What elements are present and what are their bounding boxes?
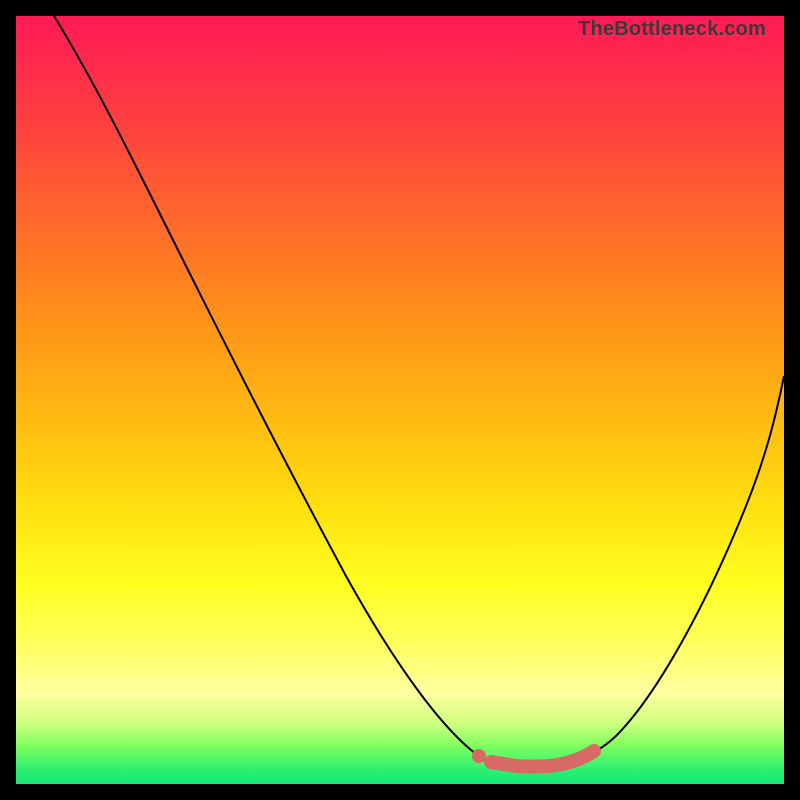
highlight-segment: [491, 751, 594, 767]
highlight-start-dot: [472, 749, 486, 763]
bottleneck-curve: [54, 16, 784, 766]
chart-container: TheBottleneck.com: [0, 0, 800, 800]
chart-svg: [16, 16, 784, 784]
plot-area: TheBottleneck.com: [16, 16, 784, 784]
